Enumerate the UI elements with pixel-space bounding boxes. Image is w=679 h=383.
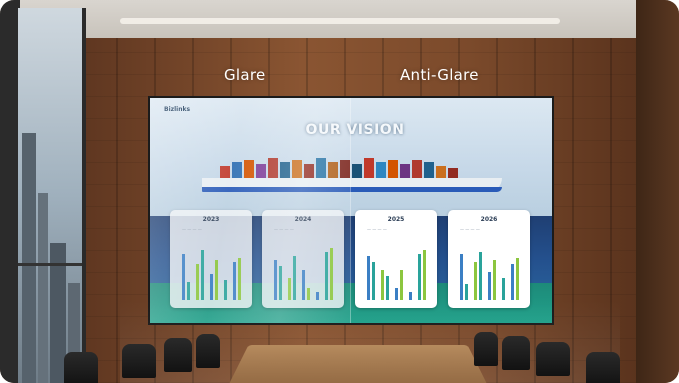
chart-card: 2026 — — — —: [448, 210, 530, 308]
card-year: 2025: [387, 216, 405, 223]
card-legend: — — — —: [182, 227, 202, 232]
screen-headline: OUR VISION: [305, 122, 405, 138]
card-bars: [272, 240, 336, 300]
screen-logo: Bizlinks: [164, 106, 191, 113]
chart-card: 2023 — — — —: [170, 210, 252, 308]
card-legend: — — — —: [460, 227, 480, 232]
building: [22, 133, 36, 383]
city-window: [18, 8, 86, 383]
container-ship: [202, 178, 502, 192]
card-legend: — — — —: [274, 227, 294, 232]
window-frame: [0, 0, 20, 383]
chart-card: 2024 — — — —: [262, 210, 344, 308]
card-legend: — — — —: [367, 227, 387, 232]
chair: [122, 344, 156, 378]
chair: [196, 334, 220, 368]
conference-table: [225, 345, 491, 383]
glare-divider: [350, 98, 351, 323]
card-year: 2023: [202, 216, 220, 223]
glare-label: Glare: [224, 66, 266, 84]
photo-frame: Glare Anti-Glare Bizlinks OUR VISION 202…: [0, 0, 679, 383]
card-bars: [458, 240, 522, 300]
building: [38, 193, 48, 383]
card-year: 2024: [294, 216, 312, 223]
card-year: 2026: [480, 216, 498, 223]
ceiling: [0, 0, 679, 40]
chair: [536, 342, 570, 376]
right-wall: [636, 0, 679, 383]
card-bars: [180, 240, 244, 300]
chair: [586, 352, 620, 383]
window-mullion: [18, 263, 82, 266]
ceiling-light: [120, 18, 560, 24]
card-bars: [365, 240, 429, 300]
chair: [164, 338, 192, 372]
chair: [502, 336, 530, 370]
chair: [474, 332, 498, 366]
display-wall: Bizlinks OUR VISION 2023 — — — — 2024 — …: [148, 96, 554, 325]
anti-glare-label: Anti-Glare: [400, 66, 479, 84]
chair: [64, 352, 98, 383]
chart-card: 2025 — — — —: [355, 210, 437, 308]
